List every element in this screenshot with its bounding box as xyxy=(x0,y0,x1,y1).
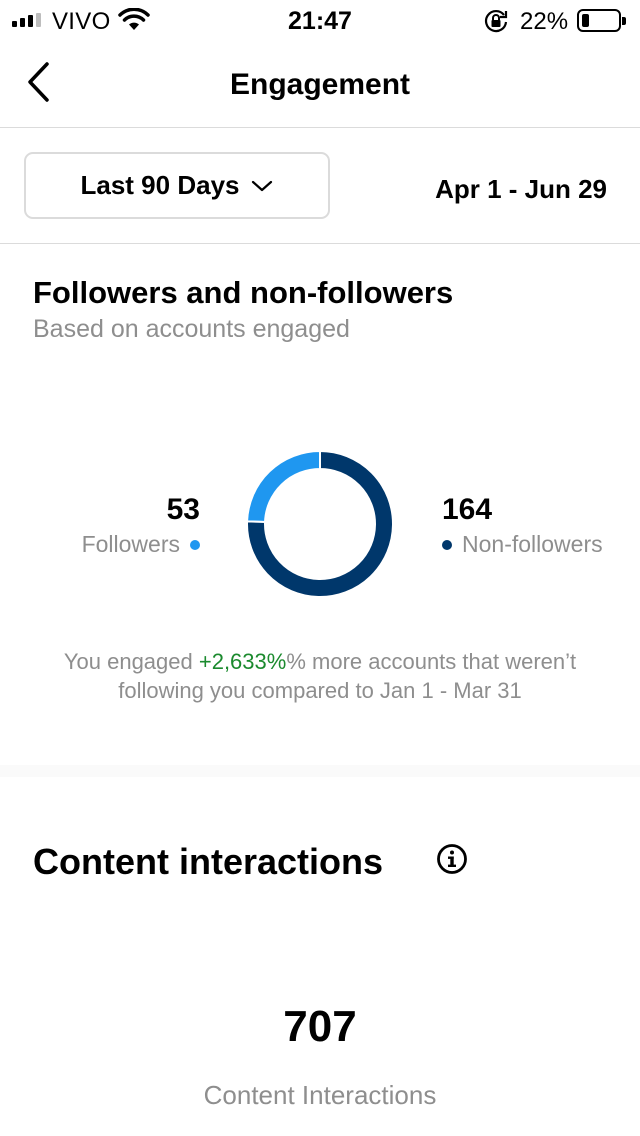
non-followers-legend: Non-followers xyxy=(442,531,603,558)
followers-section-subtitle: Based on accounts engaged xyxy=(33,315,350,343)
date-range-text: Apr 1 - Jun 29 xyxy=(435,174,607,204)
section-divider xyxy=(0,765,640,777)
comparison-percent: +2,633% xyxy=(198,649,287,674)
chevron-down-icon xyxy=(252,180,273,191)
followers-section: Followers and non-followers Based on acc… xyxy=(0,245,640,765)
followers-count: 53 xyxy=(166,493,200,526)
non-followers-count: 164 xyxy=(442,493,493,526)
followers-section-title: Followers and non-followers xyxy=(33,275,454,310)
non-followers-dot xyxy=(442,539,452,550)
followers-dot xyxy=(190,539,200,550)
content-interactions-count: 707 xyxy=(283,1002,357,1051)
comparison-prefix: You engaged xyxy=(63,649,199,674)
filter-row: Last 90 Days Apr 1 - Jun 29 xyxy=(0,129,640,244)
status-bar: VIVO 21:47 22% xyxy=(0,0,640,40)
content-interactions-section: Content interactions 707 Content Interac… xyxy=(0,777,640,1136)
followers-label: Followers xyxy=(81,531,180,557)
non-followers-stat: 164 Non-followers xyxy=(442,492,603,558)
content-interactions-title: Content interactions xyxy=(33,841,384,882)
info-icon[interactable] xyxy=(436,843,468,880)
nav-header: Engagement xyxy=(0,40,640,128)
battery-icon xyxy=(577,9,626,32)
followers-legend: Followers xyxy=(82,531,200,558)
donut-slice-followers xyxy=(246,450,321,524)
date-range-label: Last 90 Days xyxy=(80,170,240,200)
followers-donut-chart xyxy=(246,450,394,598)
battery-percent: 22% xyxy=(520,8,569,35)
comparison-text: You engaged +2,633%% more accounts that … xyxy=(30,647,610,705)
page-title: Engagement xyxy=(229,68,411,101)
content-interactions-label: Content Interactions xyxy=(203,1080,437,1110)
date-range-dropdown[interactable]: Last 90 Days xyxy=(24,152,330,219)
rotation-lock-icon xyxy=(483,9,509,38)
followers-stat: 53 Followers xyxy=(82,492,200,558)
non-followers-label: Non-followers xyxy=(462,531,603,557)
